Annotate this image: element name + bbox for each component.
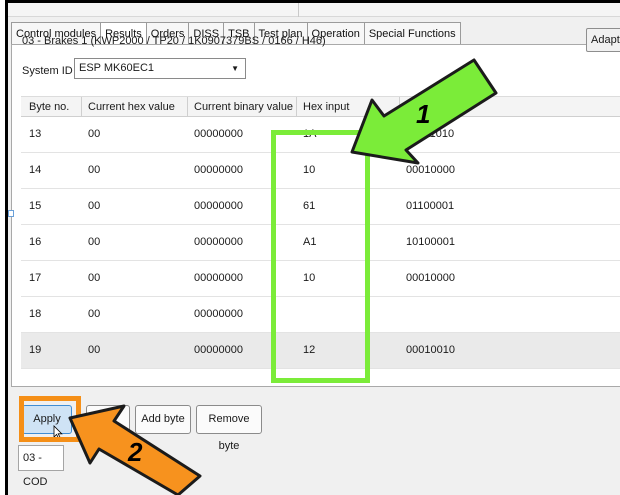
top-strip [8,3,620,17]
tab-special-functions[interactable]: Special Functions [363,22,461,45]
cell-byte-no: 17 [29,272,42,284]
splitter-handle[interactable] [8,210,14,217]
adaptation-button[interactable]: Adaptat [586,28,620,52]
cell-current-hex: 00 [88,236,101,248]
system-id-label: System ID [22,65,73,77]
cell-current-hex: 00 [88,308,101,320]
cell-current-hex: 00 [88,272,101,284]
system-id-select[interactable]: ESP MK60EC1 ▼ [74,58,246,79]
divider [296,97,297,117]
header-binary-input: Binary input [406,101,465,113]
cell-current-binary: 00000000 [194,128,243,140]
cell-binary-input: 00010000 [406,164,455,176]
header-hex-input: Hex input [303,101,350,113]
cell-binary-input: 01100001 [406,200,455,212]
cell-current-hex: 00 [88,344,101,356]
tab-03-cod[interactable]: 03 - COD [18,445,64,488]
cell-current-binary: 00000000 [194,272,243,284]
header-byte-no: Byte no. [29,101,70,113]
cell-binary-input: 00011010 [406,128,455,140]
divider [298,3,299,17]
cell-binary-input: 00010000 [406,272,455,284]
disabled-button: Exe [86,405,130,434]
cell-current-binary: 00000000 [194,308,243,320]
cell-byte-no: 16 [29,236,42,248]
header-current-hex: Current hex value [88,101,175,113]
table-header: Byte no. Current hex value Current binar… [21,96,620,117]
cell-current-hex: 00 [88,200,101,212]
divider [399,97,400,117]
divider [81,97,82,117]
cell-byte-no: 19 [29,344,42,356]
cell-byte-no: 13 [29,128,42,140]
header-current-binary: Current binary value [194,101,294,113]
add-byte-button[interactable]: Add byte [135,405,191,434]
ecu-title: 03 - Brakes 1 (KWP2000 / TP20 / 1K090737… [22,35,326,47]
cell-binary-input: 10100001 [406,236,455,248]
cell-byte-no: 14 [29,164,42,176]
app-window: Control modules Results Orders DISS TSB … [5,0,620,495]
cell-current-binary: 00000000 [194,344,243,356]
cell-current-hex: 00 [88,164,101,176]
cell-current-hex: 00 [88,128,101,140]
apply-highlight-box [19,396,81,442]
hex-input-highlight-box [271,130,370,383]
divider [187,97,188,117]
cell-byte-no: 15 [29,200,42,212]
cell-current-binary: 00000000 [194,236,243,248]
cell-byte-no: 18 [29,308,42,320]
cell-current-binary: 00000000 [194,200,243,212]
remove-byte-button[interactable]: Remove byte [196,405,262,452]
cell-binary-input: 00010010 [406,344,455,356]
system-id-value: ESP MK60EC1 [79,62,155,74]
cell-current-binary: 00000000 [194,164,243,176]
chevron-down-icon: ▼ [231,64,239,73]
